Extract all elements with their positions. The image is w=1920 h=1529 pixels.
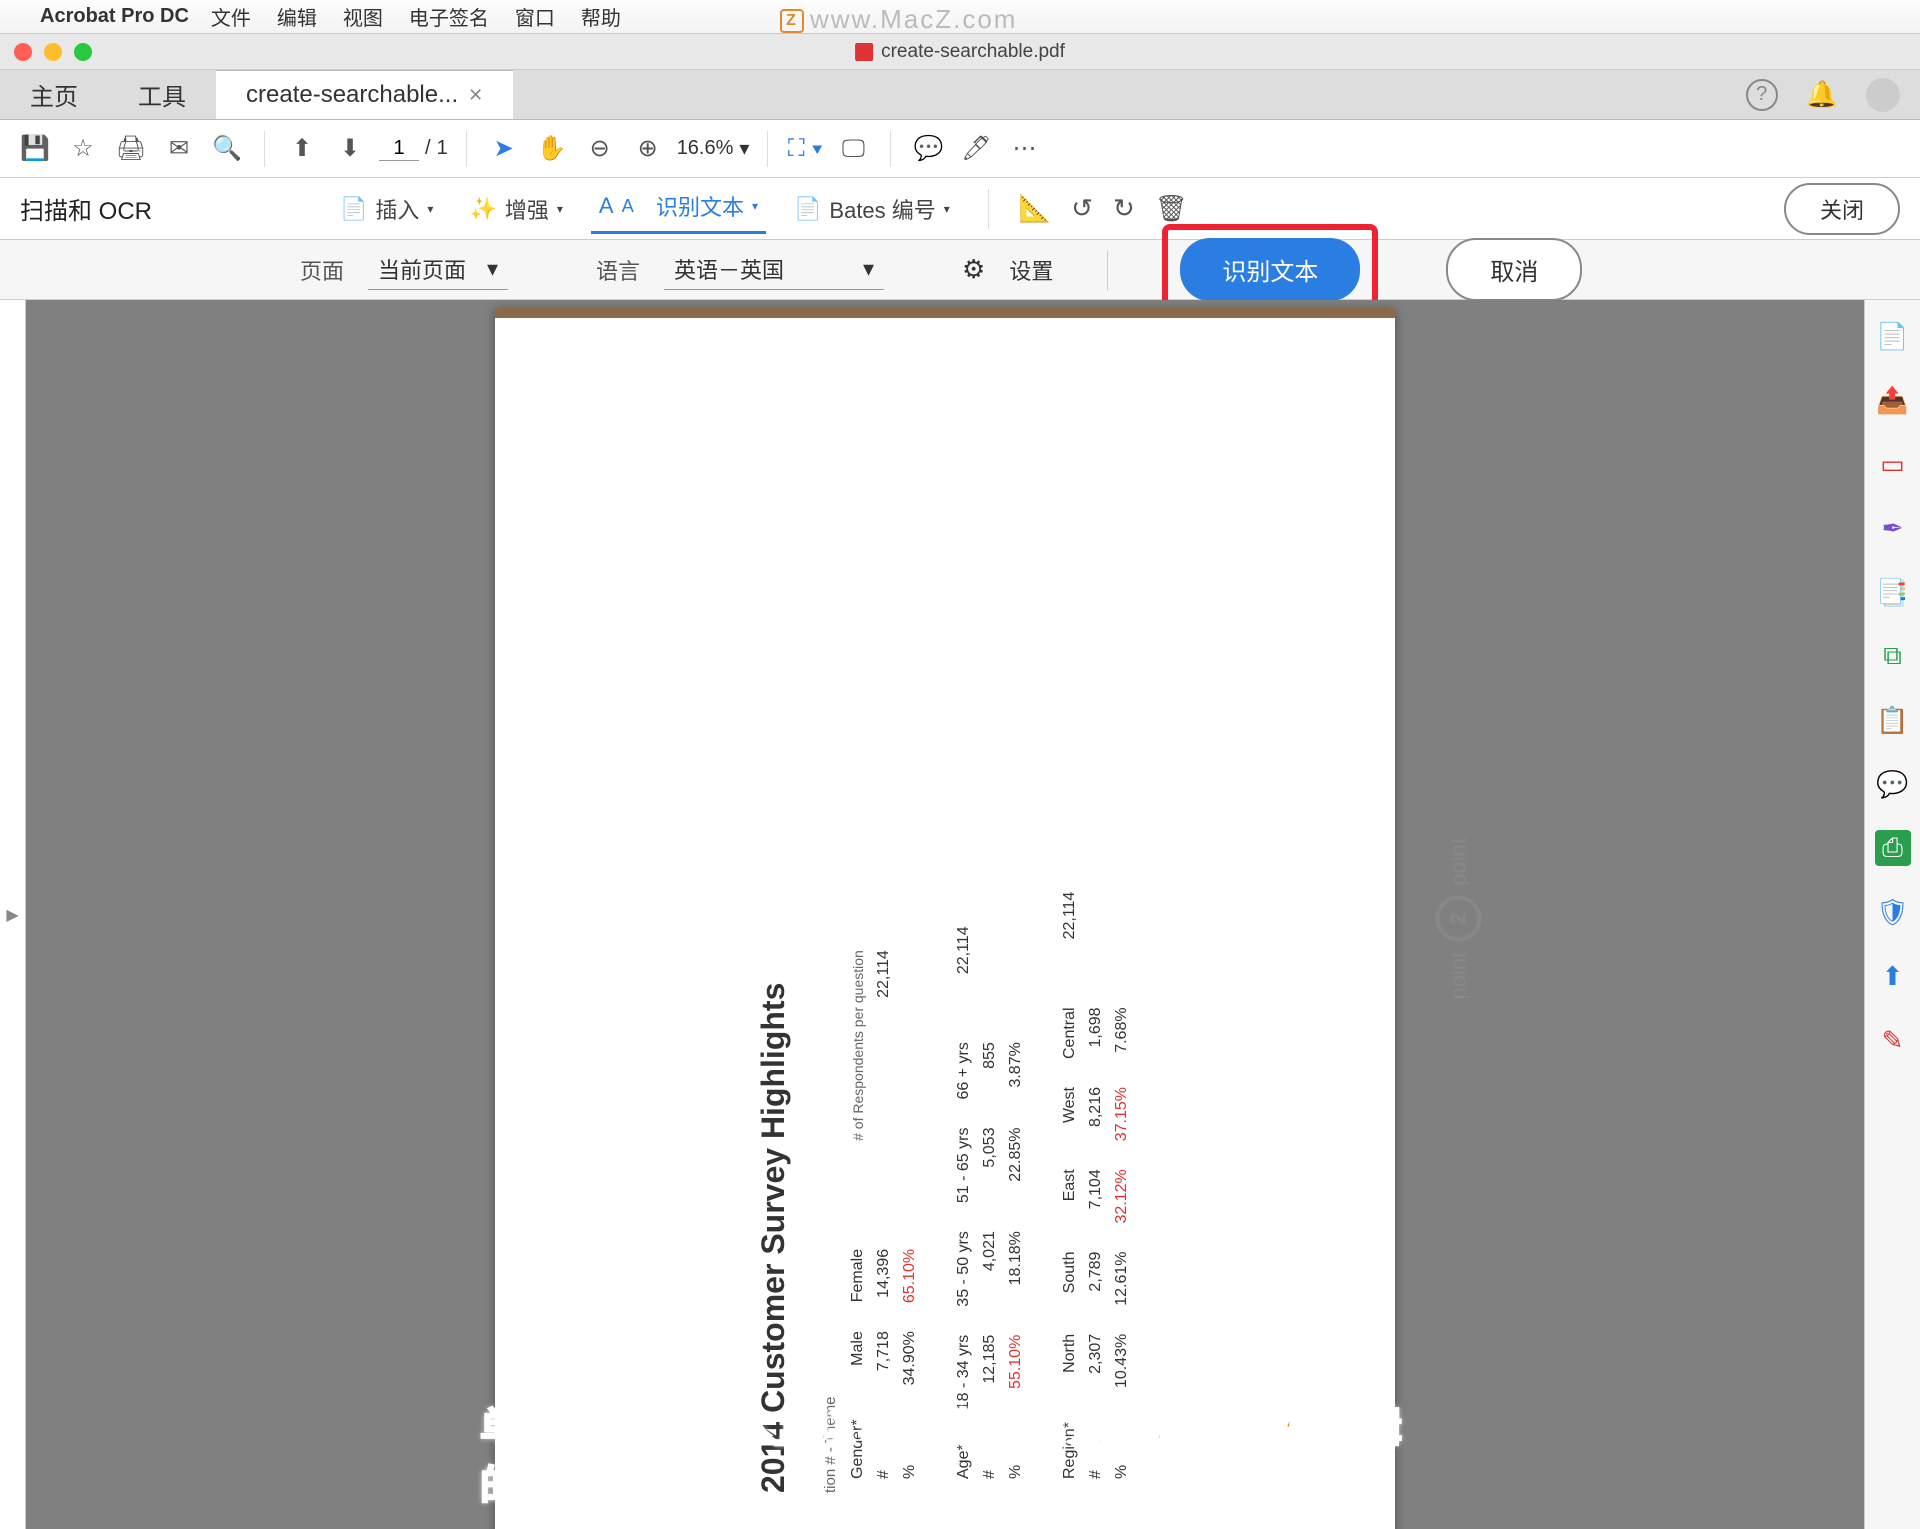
zoom-dropdown[interactable]: 16.6% ▾ [677,136,750,161]
select-tool-icon[interactable]: ➤ [485,130,523,168]
region-table: Region* NorthSouthEastWestCentral 22,114… [1057,878,1135,1493]
organize-icon[interactable]: 📑 [1875,574,1911,610]
page-scope-select[interactable]: 当前页面▾ [368,249,508,290]
enhance-button[interactable]: ✨增强▾ [461,187,570,231]
save-icon[interactable]: 💾 [16,130,54,168]
menu-window[interactable]: 窗口 [515,2,555,31]
insert-button[interactable]: 📄插入▾ [332,187,441,231]
sticky-note-icon[interactable]: 💬 [1875,766,1911,802]
scan-ocr-toolbar: 扫描和 OCR 📄插入▾ ✨增强▾ AA 识别文本▾ 📄Bates 编号▾ 📐 … [0,178,1920,240]
app-name[interactable]: Acrobat Pro DC [40,5,189,28]
menu-edit[interactable]: 编辑 [277,2,317,31]
page-content: 2014 Customer Survey Highlights tion # -… [755,393,1135,1493]
page-up-icon[interactable]: ⬆ [283,130,321,168]
more-icon[interactable]: ⋯ [1005,130,1043,168]
rotate-cw-icon[interactable]: ↻ [1113,193,1135,224]
tab-close-icon[interactable]: ✕ [468,85,483,106]
highlight-icon[interactable]: 🖊 [957,130,995,168]
zoom-in-icon[interactable]: ⊕ [629,130,667,168]
window-titlebar: create-searchable.pdf [0,34,1920,70]
main-toolbar: 💾 ☆ 🖨 ✉ 🔍 ⬆ ⬇ /1 ➤ ✋ ⊖ ⊕ 16.6% ▾ ⛶ ▾ 🖵 💬… [0,120,1920,178]
notifications-icon[interactable]: 🔔 [1806,79,1838,110]
page-canvas[interactable]: 2014 Customer Survey Highlights tion # -… [26,300,1864,1529]
search-icon[interactable]: 🔍 [208,130,246,168]
question-theme-label: tion # - Theme [822,393,839,1493]
page-logo: point2point [1435,838,1481,999]
recognize-text-primary-button[interactable]: 识别文本 [1180,238,1360,301]
star-icon[interactable]: ☆ [64,130,102,168]
menu-esign[interactable]: 电子签名 [409,2,489,31]
app-tabs: 主页 工具 create-searchable...✕ ? 🔔 [0,70,1920,120]
pdf-page: 2014 Customer Survey Highlights tion # -… [495,308,1395,1529]
maximize-window-button[interactable] [74,43,92,61]
ocr-settings-row: 页面 当前页面▾ 语言 英语－英国▾ ⚙ 设置 识别文本 取消 [0,240,1920,300]
recognize-text-button[interactable]: AA 识别文本▾ [591,184,766,234]
tab-tools[interactable]: 工具 [108,70,216,119]
page-total: 1 [437,137,448,160]
window-title: create-searchable.pdf [855,41,1065,63]
read-mode-icon[interactable]: 🖵 [834,130,872,168]
age-table: Age* 18 - 34 yrs35 - 50 yrs51 - 65 yrs66… [951,912,1029,1493]
print-icon[interactable]: 🖨 [112,130,150,168]
right-tool-rail: 📄 📤 ▭ ✒ 📑 ⧉ 📋 💬 ⎙ 🛡 ⬆ ✎ [1864,300,1920,1529]
traffic-lights [14,43,92,61]
sign-icon[interactable]: ✒ [1875,510,1911,546]
comment-tool-icon[interactable]: 📋 [1875,702,1911,738]
fit-icon[interactable]: ⛶ ▾ [786,130,824,168]
help-icon[interactable]: ? [1746,79,1778,111]
language-label: 语言 [596,254,640,286]
bates-button[interactable]: 📄Bates 编号▾ [786,187,958,231]
minimize-window-button[interactable] [44,43,62,61]
share-icon[interactable]: ⬆ [1875,958,1911,994]
gear-icon[interactable]: ⚙ [962,254,985,285]
page-down-icon[interactable]: ⬇ [331,130,369,168]
account-avatar[interactable] [1866,78,1900,112]
delete-icon[interactable]: 🗑 [1155,193,1188,224]
page-indicator: /1 [379,137,448,161]
tab-home[interactable]: 主页 [0,70,108,119]
comment-icon[interactable]: 💬 [909,130,947,168]
more-tools-icon[interactable]: ✎ [1875,1022,1911,1058]
page-current-input[interactable] [379,137,419,161]
page-scope-label: 页面 [300,254,344,286]
left-panel-toggle[interactable]: ▶ [0,300,26,1529]
protect-icon[interactable]: 🛡 [1875,894,1911,930]
menu-file[interactable]: 文件 [211,2,251,31]
hand-tool-icon[interactable]: ✋ [533,130,571,168]
document-area: ▶ 2014 Customer Survey Highlights tion #… [0,300,1920,1529]
gender-table: Gender* MaleFemale # of Respondents per … [845,936,923,1493]
scan-ocr-title: 扫描和 OCR [20,191,152,226]
tab-document[interactable]: create-searchable...✕ [216,70,513,119]
zoom-out-icon[interactable]: ⊖ [581,130,619,168]
cancel-button[interactable]: 取消 [1446,238,1582,301]
language-select[interactable]: 英语－英国▾ [664,249,884,290]
settings-label[interactable]: 设置 [1009,254,1053,286]
mail-icon[interactable]: ✉ [160,130,198,168]
menu-view[interactable]: 视图 [343,2,383,31]
create-pdf-icon[interactable]: 📄 [1875,318,1911,354]
scan-ocr-rail-icon[interactable]: ⎙ [1875,830,1911,866]
close-window-button[interactable] [14,43,32,61]
close-panel-button[interactable]: 关闭 [1784,183,1900,235]
edit-pdf-icon[interactable]: ▭ [1875,446,1911,482]
window-title-text: create-searchable.pdf [881,41,1065,63]
crop-icon[interactable]: 📐 [1019,193,1051,224]
combine-icon[interactable]: ⧉ [1875,638,1911,674]
gender-label: Gender* [845,1399,871,1493]
mac-menubar: Acrobat Pro DC 文件 编辑 视图 电子签名 窗口 帮助 [0,0,1920,34]
export-pdf-icon[interactable]: 📤 [1875,382,1911,418]
rotate-ccw-icon[interactable]: ↺ [1071,193,1093,224]
region-label: Region* [1057,1402,1083,1493]
pdf-icon [855,43,873,61]
age-label: Age* [951,1424,977,1493]
menu-help[interactable]: 帮助 [581,2,621,31]
page-title: 2014 Customer Survey Highlights [755,393,792,1493]
